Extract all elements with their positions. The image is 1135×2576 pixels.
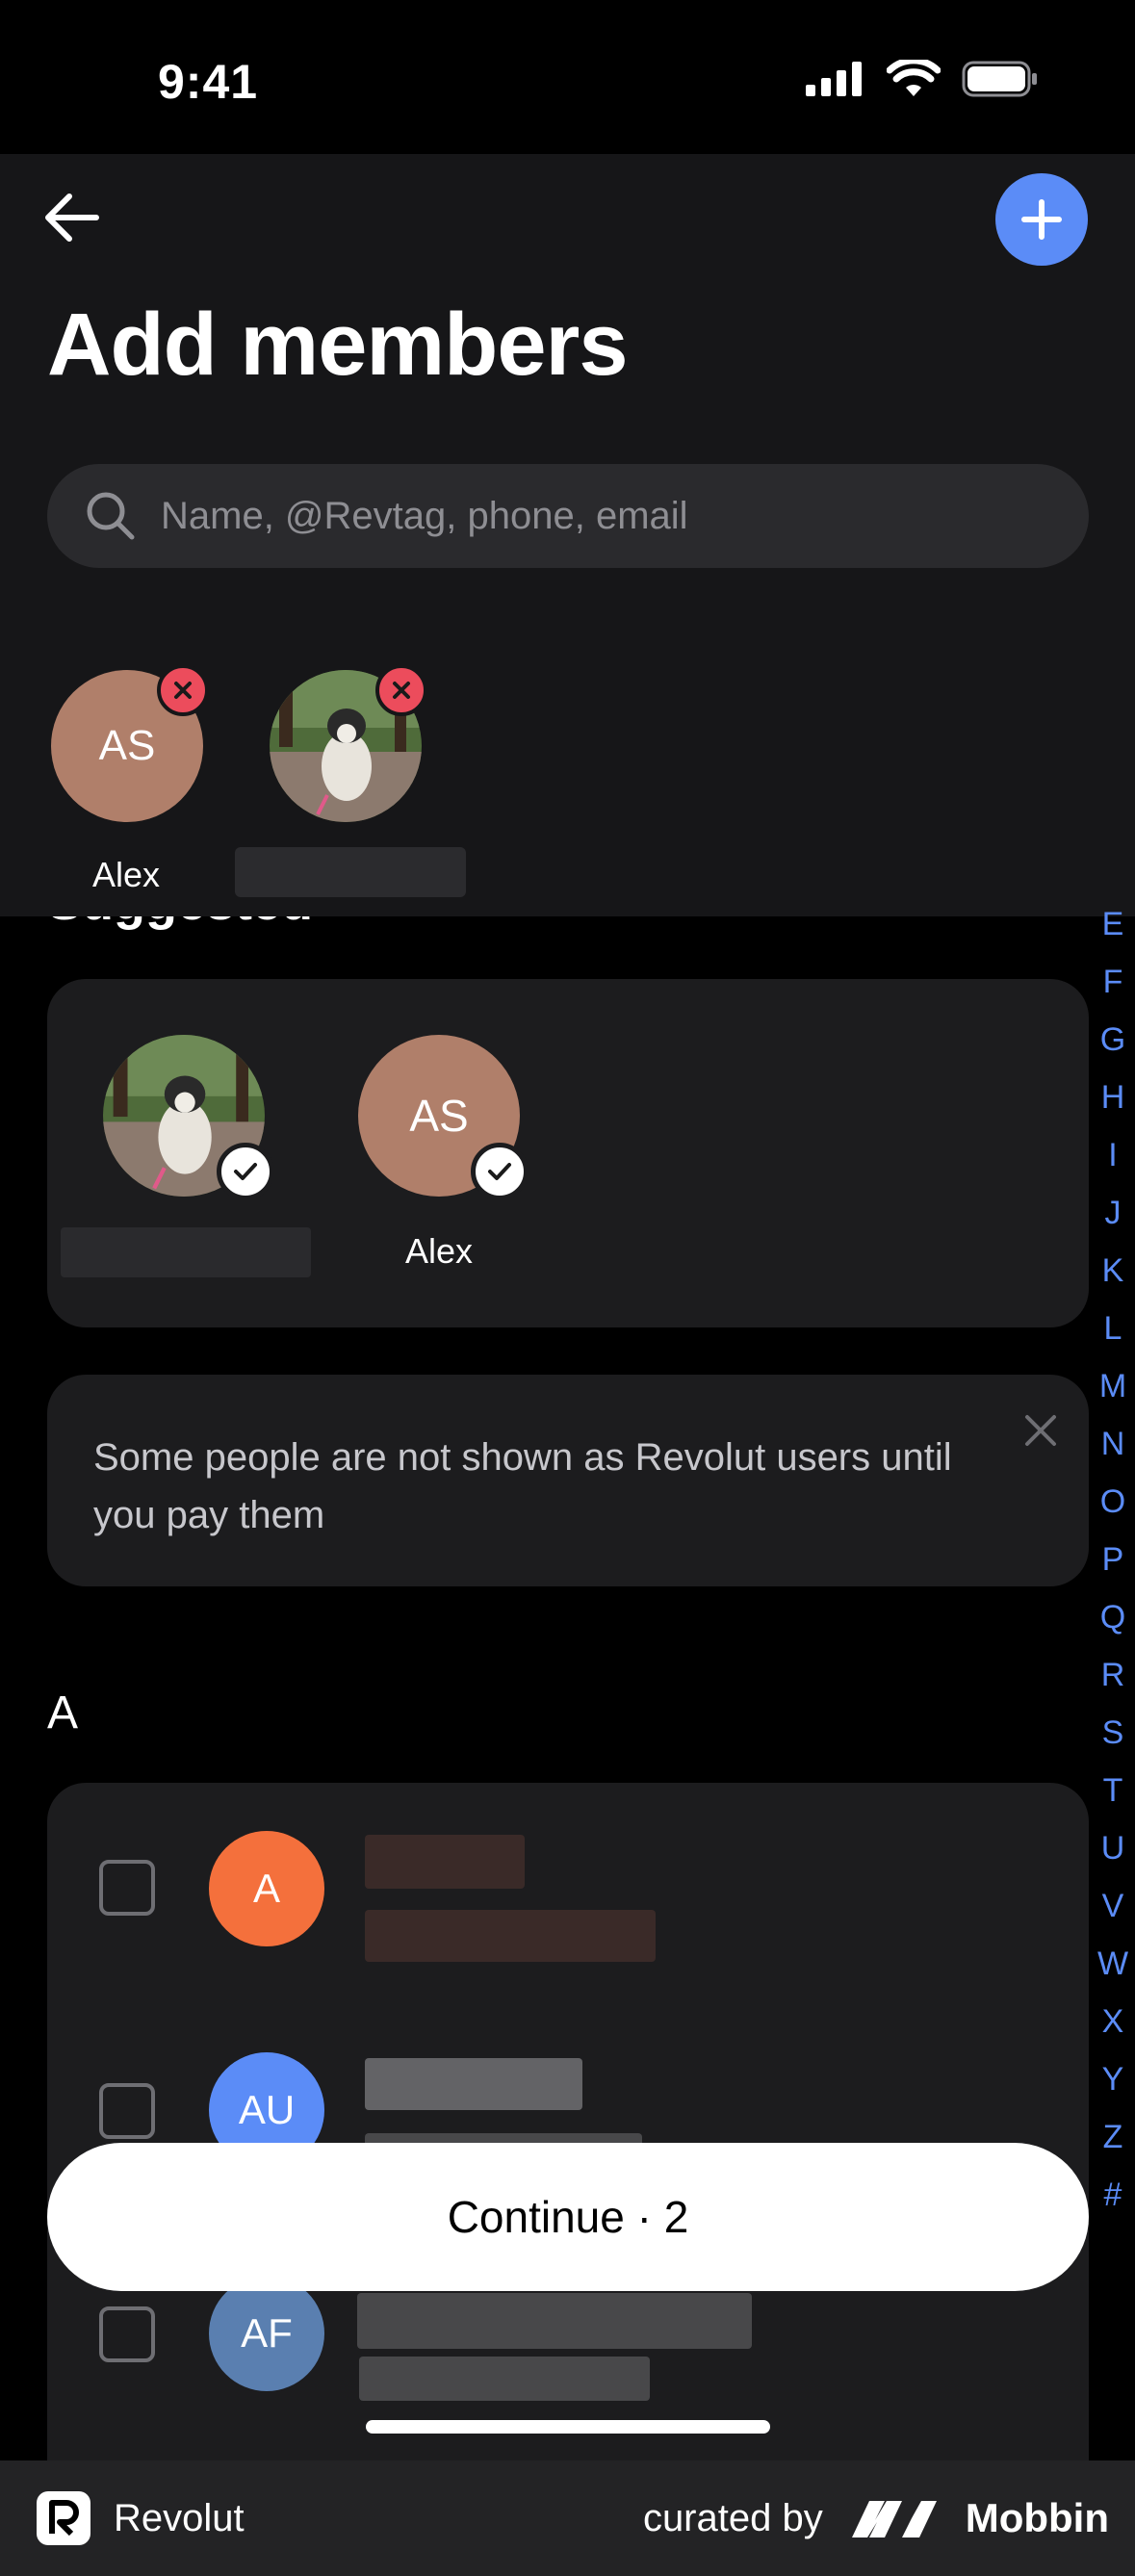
selected-check-badge xyxy=(471,1143,529,1200)
status-bar: 9:41 xyxy=(0,0,1135,154)
footer-brand: Mobbin xyxy=(965,2495,1109,2540)
dismiss-banner-button[interactable] xyxy=(1019,1409,1062,1452)
redacted-name xyxy=(61,1227,311,1277)
selected-name: Alex xyxy=(92,855,161,894)
avatar-initials: A xyxy=(252,1866,280,1911)
search-icon xyxy=(87,492,135,540)
alphabet-index-letter[interactable]: # xyxy=(1104,2166,1122,2224)
continue-button[interactable]: Continue · 2 xyxy=(47,2143,1089,2291)
avatar-initials: AF xyxy=(241,2310,293,2356)
alphabet-index-letter[interactable]: V xyxy=(1102,1877,1124,1935)
alphabet-index-letter[interactable]: G xyxy=(1100,1011,1125,1069)
alphabet-index-letter[interactable]: R xyxy=(1101,1646,1125,1704)
alphabet-index-letter[interactable]: F xyxy=(1103,953,1123,1011)
redacted-name xyxy=(357,2293,752,2349)
alphabet-index-letter[interactable]: K xyxy=(1102,1242,1124,1300)
redacted-detail xyxy=(365,1910,656,1962)
alphabet-index-letter[interactable]: S xyxy=(1102,1704,1124,1762)
row-checkbox[interactable] xyxy=(99,2083,155,2139)
selected-check-badge xyxy=(217,1143,274,1200)
remove-selected-button[interactable] xyxy=(157,664,209,716)
close-icon xyxy=(393,682,410,699)
wifi-icon xyxy=(887,60,941,96)
revolut-logo-icon xyxy=(37,2491,90,2545)
footer-curated-by: curated by xyxy=(642,2496,823,2539)
avatar-initials: AU xyxy=(238,2087,296,2132)
page-title: Add members xyxy=(47,296,628,394)
redacted-detail xyxy=(359,2357,650,2401)
footer-left: Revolut xyxy=(35,2489,245,2547)
alphabet-index-letter[interactable]: I xyxy=(1108,1126,1117,1184)
alphabet-index-letter[interactable]: L xyxy=(1104,1300,1122,1357)
home-indicator xyxy=(366,2420,770,2434)
row-checkbox[interactable] xyxy=(99,1860,155,1916)
avatar: A xyxy=(209,1831,324,1946)
alphabet-index-letter[interactable]: P xyxy=(1102,1531,1124,1588)
avatar: AF xyxy=(209,2276,324,2391)
row-checkbox[interactable] xyxy=(99,2306,155,2362)
footer-app-name: Revolut xyxy=(114,2496,245,2539)
contact-list: A AU AF xyxy=(47,1783,1089,2476)
battery-icon xyxy=(962,61,1037,97)
alphabet-index-letter[interactable]: J xyxy=(1105,1184,1122,1242)
check-icon xyxy=(234,1163,257,1180)
footer-bar: Revolut curated by Mobbin xyxy=(0,2460,1135,2576)
alphabet-index-letter[interactable]: W xyxy=(1097,1935,1128,1993)
alphabet-index-letter[interactable]: H xyxy=(1101,1069,1125,1126)
alphabet-index-letter[interactable]: N xyxy=(1101,1415,1125,1473)
footer-right: curated by Mobbin xyxy=(643,2495,1109,2541)
alphabet-index-letter[interactable]: X xyxy=(1102,1993,1124,2050)
suggested-card: AS Alex xyxy=(47,979,1089,1327)
avatar-initials: AS xyxy=(409,1091,469,1141)
redacted-name xyxy=(365,1835,525,1889)
remove-selected-button[interactable] xyxy=(375,664,427,716)
mobbin-logo-icon xyxy=(851,2501,937,2537)
alphabet-index-letter[interactable]: E xyxy=(1102,895,1124,953)
arrow-left-icon xyxy=(45,193,99,242)
plus-icon xyxy=(1021,199,1062,240)
alphabet-index-letter[interactable]: T xyxy=(1103,1762,1123,1819)
alphabet-index-letter[interactable]: Z xyxy=(1103,2108,1123,2166)
signal-icon xyxy=(806,62,862,96)
alphabet-index-letter[interactable]: U xyxy=(1101,1819,1125,1877)
search-input[interactable] xyxy=(161,494,1027,538)
alphabet-index-letter[interactable]: Y xyxy=(1102,2050,1124,2108)
alphabet-index-letter[interactable]: M xyxy=(1099,1357,1126,1415)
status-time: 9:41 xyxy=(158,55,259,109)
back-button[interactable] xyxy=(40,189,108,246)
search-bar[interactable] xyxy=(47,464,1089,568)
check-icon xyxy=(488,1163,511,1180)
close-icon xyxy=(1025,1415,1056,1446)
section-letter: A xyxy=(47,1687,79,1739)
alphabet-index-letter[interactable]: Q xyxy=(1100,1588,1125,1646)
info-banner: Some people are not shown as Revolut use… xyxy=(47,1375,1089,1586)
redacted-name xyxy=(365,2058,582,2110)
add-button[interactable] xyxy=(995,173,1088,266)
redacted-name xyxy=(235,847,466,897)
suggested-name: Alex xyxy=(404,1231,474,1271)
status-icons xyxy=(806,60,1039,98)
alphabet-index-letter[interactable]: O xyxy=(1100,1473,1125,1531)
alphabet-index[interactable]: E F G H I J K L M N O P Q R S T U V W X Y Z # xyxy=(1097,895,1128,2224)
avatar-initials: AS xyxy=(98,722,156,769)
close-icon xyxy=(174,682,192,699)
info-banner-text: Some people are not shown as Revolut use… xyxy=(93,1436,952,1536)
